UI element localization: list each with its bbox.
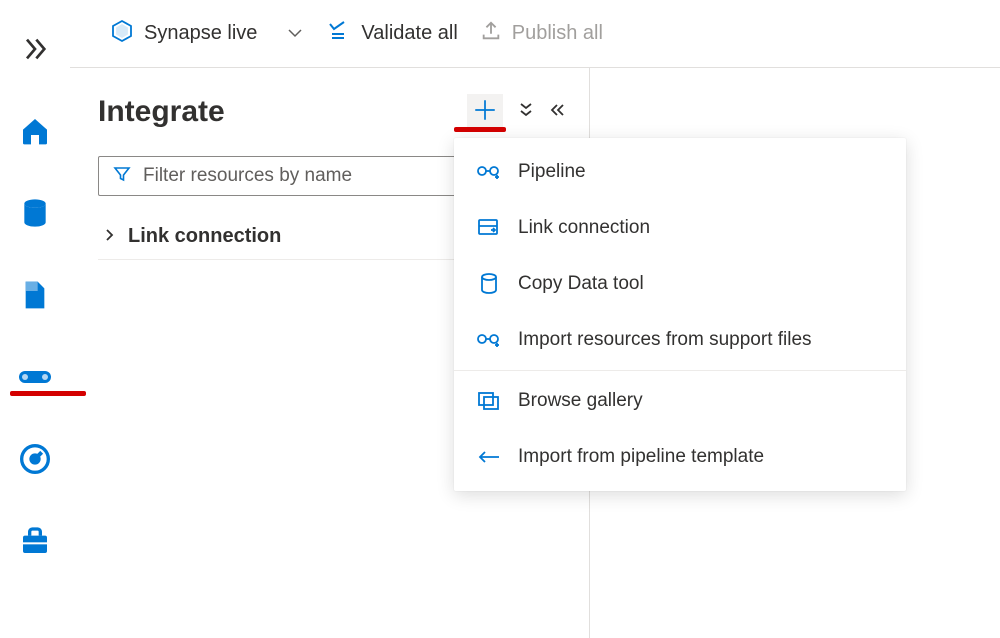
checklist-icon [327, 21, 351, 47]
menu-item-pipeline[interactable]: Pipeline [454, 144, 906, 200]
double-chevron-left-icon [549, 104, 565, 121]
chevron-down-icon [285, 22, 305, 45]
validate-label: Validate all [361, 22, 457, 45]
add-resource-menu: Pipeline Link connection Copy Data tool … [454, 138, 906, 491]
menu-divider [454, 370, 906, 371]
publish-label: Publish all [512, 22, 603, 45]
menu-label: Browse gallery [518, 390, 643, 412]
menu-label: Link connection [518, 217, 650, 239]
menu-item-link-connection[interactable]: Link connection [454, 200, 906, 256]
menu-item-import-template[interactable]: Import from pipeline template [454, 429, 906, 485]
nav-home[interactable] [14, 112, 56, 154]
nav-monitor[interactable] [14, 440, 56, 482]
synapse-icon [110, 19, 134, 49]
gauge-icon [19, 443, 51, 479]
publish-all-button[interactable]: Publish all [480, 20, 603, 48]
left-nav-rail [0, 0, 70, 638]
top-toolbar: Synapse live Validate all Publish all [70, 0, 1000, 68]
panel-title: Integrate [98, 95, 225, 129]
tree-item-label: Link connection [128, 225, 281, 248]
plus-icon [472, 97, 498, 127]
highlight-annotation [10, 391, 86, 396]
double-chevron-down-icon [519, 105, 533, 122]
copy-data-icon [476, 271, 502, 297]
workspace-label: Synapse live [144, 22, 257, 45]
add-resource-button[interactable] [467, 94, 503, 130]
upload-icon [480, 20, 502, 48]
collapse-panel-button[interactable] [549, 103, 565, 122]
nav-data[interactable] [14, 194, 56, 236]
menu-item-browse-gallery[interactable]: Browse gallery [454, 373, 906, 429]
gallery-icon [476, 388, 502, 414]
pipeline-small-icon [476, 159, 502, 185]
caret-right-icon [104, 228, 116, 246]
toolbox-icon [19, 525, 51, 561]
validate-all-button[interactable]: Validate all [327, 21, 457, 47]
document-icon [19, 279, 51, 315]
workspace-selector[interactable]: Synapse live [110, 19, 305, 49]
menu-item-copy-data[interactable]: Copy Data tool [454, 256, 906, 312]
collapse-rail-button[interactable] [14, 30, 56, 72]
nav-manage[interactable] [14, 522, 56, 564]
filter-icon [113, 165, 131, 187]
expand-all-button[interactable] [519, 102, 533, 123]
highlight-annotation [454, 127, 506, 132]
home-icon [19, 115, 51, 151]
menu-label: Import from pipeline template [518, 446, 764, 468]
arrow-left-icon [476, 444, 502, 470]
menu-label: Copy Data tool [518, 273, 644, 295]
link-connection-icon [476, 215, 502, 241]
menu-label: Import resources from support files [518, 329, 812, 351]
menu-label: Pipeline [518, 161, 586, 183]
import-files-icon [476, 327, 502, 353]
nav-develop[interactable] [14, 276, 56, 318]
double-chevron-right-icon [19, 33, 51, 69]
database-icon [19, 197, 51, 233]
menu-item-import-support-files[interactable]: Import resources from support files [454, 312, 906, 368]
